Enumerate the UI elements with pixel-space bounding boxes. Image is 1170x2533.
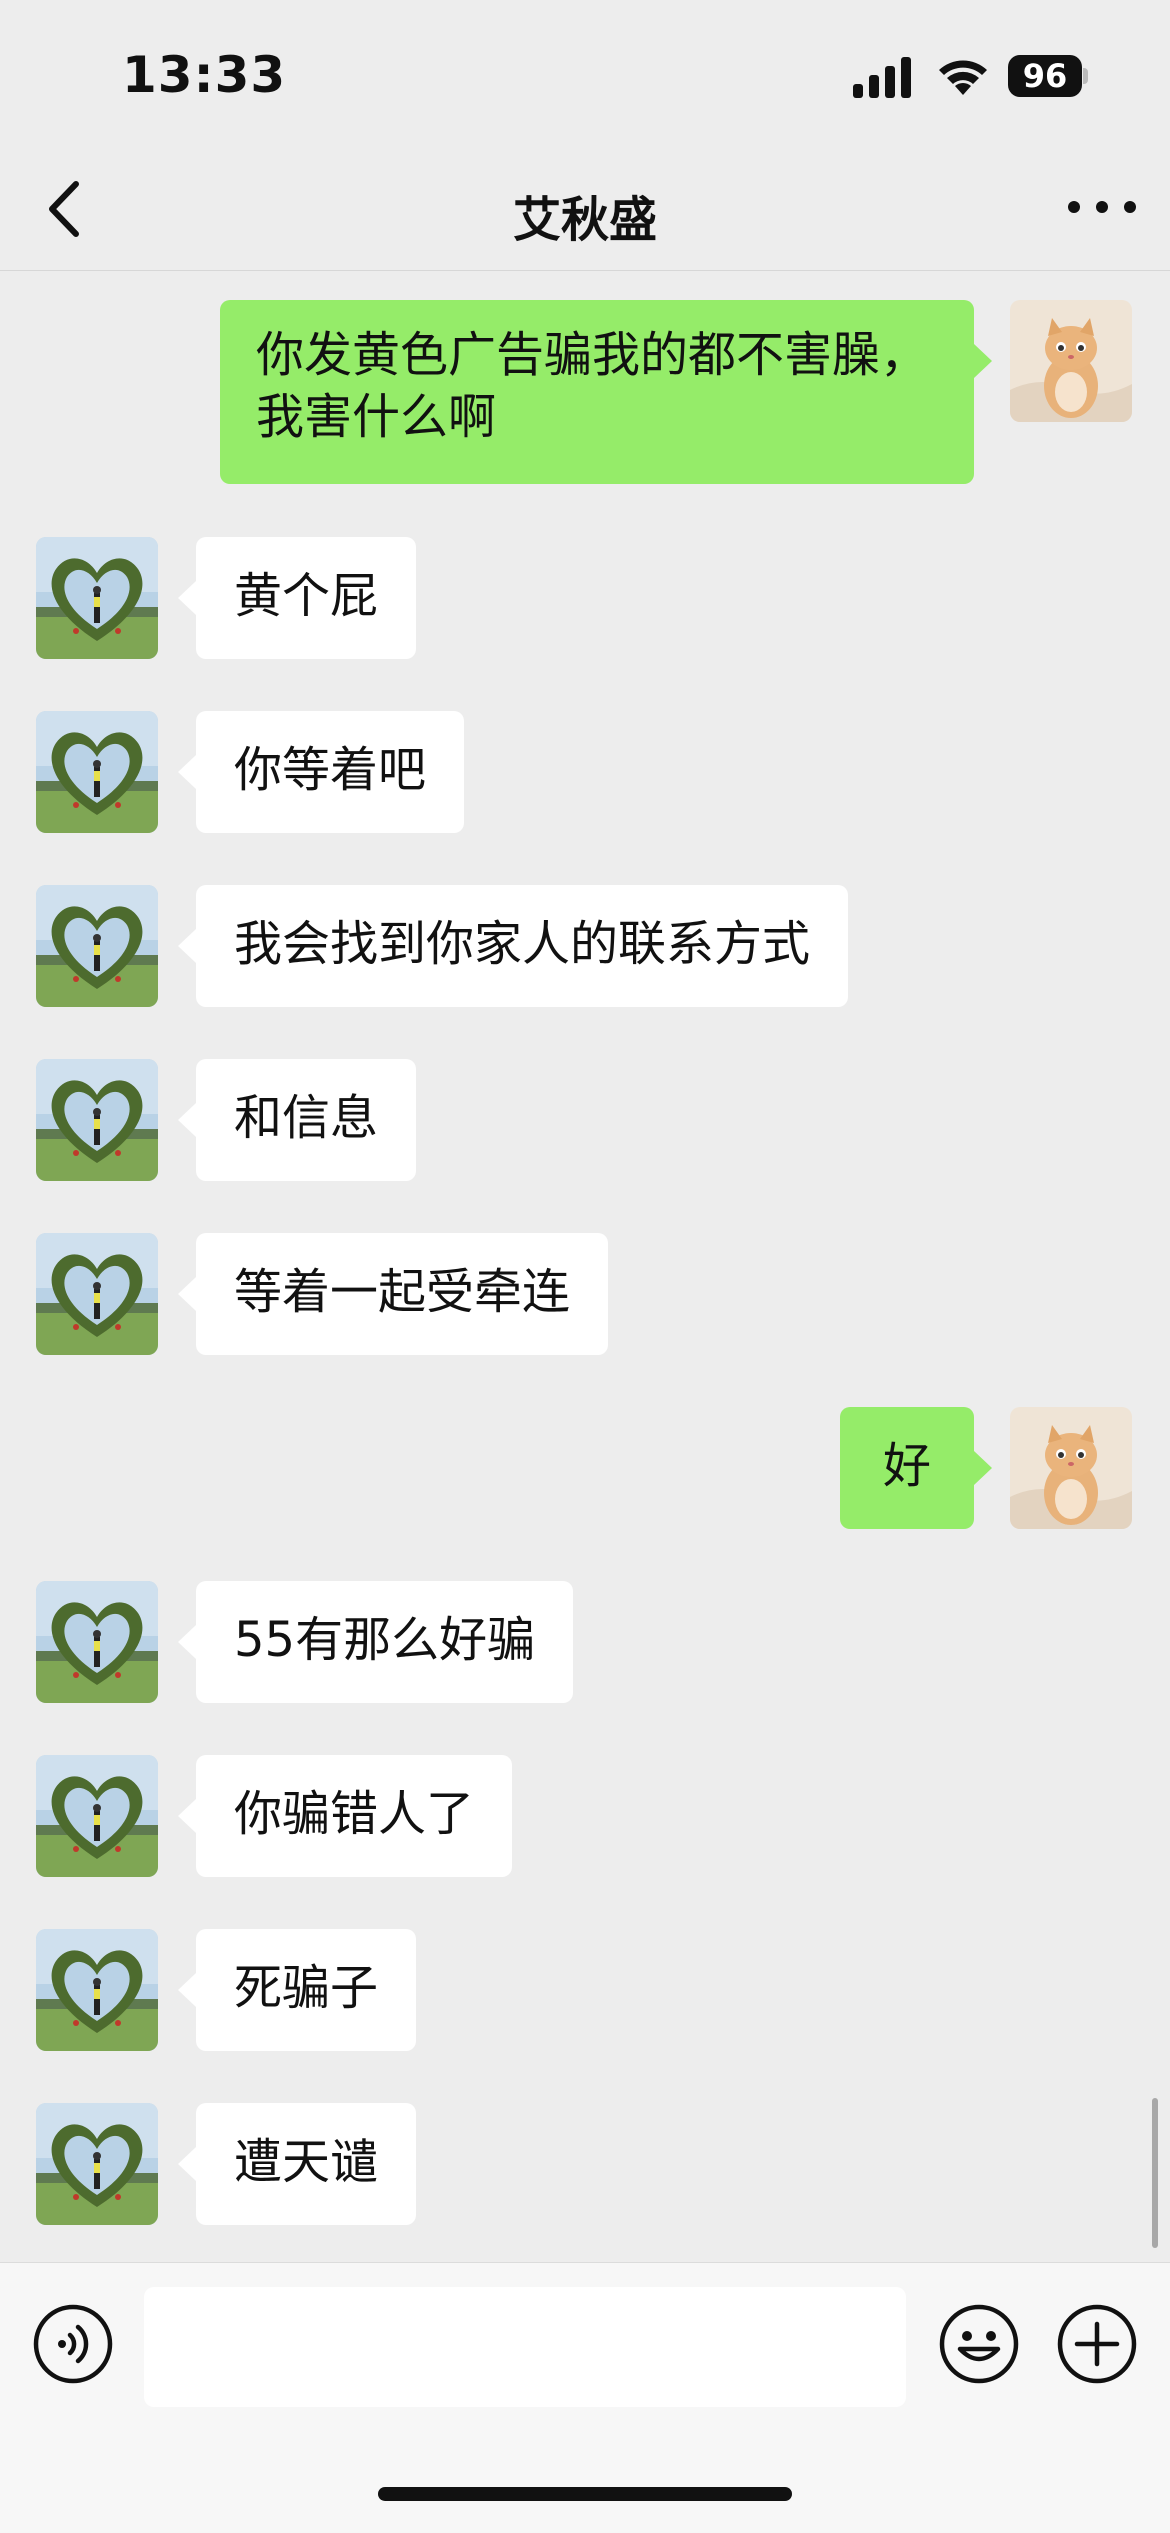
scrollbar[interactable] [1152, 2098, 1158, 2248]
message-bubble[interactable]: 好 [840, 1407, 992, 1529]
avatar-contact[interactable] [36, 1755, 158, 1877]
chat-title: 艾秋盛 [512, 192, 657, 248]
message-bubble[interactable]: 遭天谴 [177, 2103, 417, 2225]
avatar-contact[interactable] [36, 1581, 158, 1703]
message-bubble[interactable]: 55有那么好骗 [177, 1581, 574, 1703]
message-bubble[interactable]: 你骗错人了 [177, 1755, 513, 1877]
wifi-icon [939, 60, 987, 95]
plus-icon[interactable] [1056, 2303, 1138, 2385]
avatar-contact[interactable] [36, 711, 158, 833]
message-bubble[interactable]: 等着一起受牵连 [177, 1233, 609, 1355]
cellular-signal-icon [853, 57, 911, 98]
avatar-contact[interactable] [36, 537, 158, 659]
home-indicator[interactable] [378, 2487, 792, 2501]
avatar-contact[interactable] [36, 1929, 158, 2051]
more-dots-icon[interactable] [1064, 192, 1140, 222]
emoji-icon[interactable] [938, 2303, 1020, 2385]
avatar-contact[interactable] [36, 1059, 158, 1181]
chat-header: 艾秋盛 [0, 150, 1170, 271]
avatar-self[interactable] [1010, 1407, 1132, 1529]
battery-indicator: 96 [1008, 55, 1088, 97]
avatar-self[interactable] [1010, 300, 1132, 422]
message-bubble[interactable]: 和信息 [177, 1059, 417, 1181]
message-bubble[interactable]: 我会找到你家人的联系方式 [177, 885, 849, 1007]
message-bubble[interactable]: 你发黄色广告骗我的都不害臊，我害什么啊 [220, 300, 992, 484]
message-input[interactable] [144, 2287, 906, 2407]
voice-icon[interactable] [32, 2303, 114, 2385]
battery-level: 96 [1008, 55, 1082, 97]
message-bubble[interactable]: 黄个屁 [177, 537, 417, 659]
avatar-contact[interactable] [36, 2103, 158, 2225]
status-bar: 13:33 96 [0, 0, 1170, 150]
message-bubble[interactable]: 死骗子 [177, 1929, 417, 2051]
message-bubble[interactable]: 你等着吧 [177, 711, 465, 833]
avatar-contact[interactable] [36, 1233, 158, 1355]
battery-nub [1083, 68, 1088, 84]
avatar-contact[interactable] [36, 885, 158, 1007]
status-time: 13:33 [122, 46, 287, 104]
